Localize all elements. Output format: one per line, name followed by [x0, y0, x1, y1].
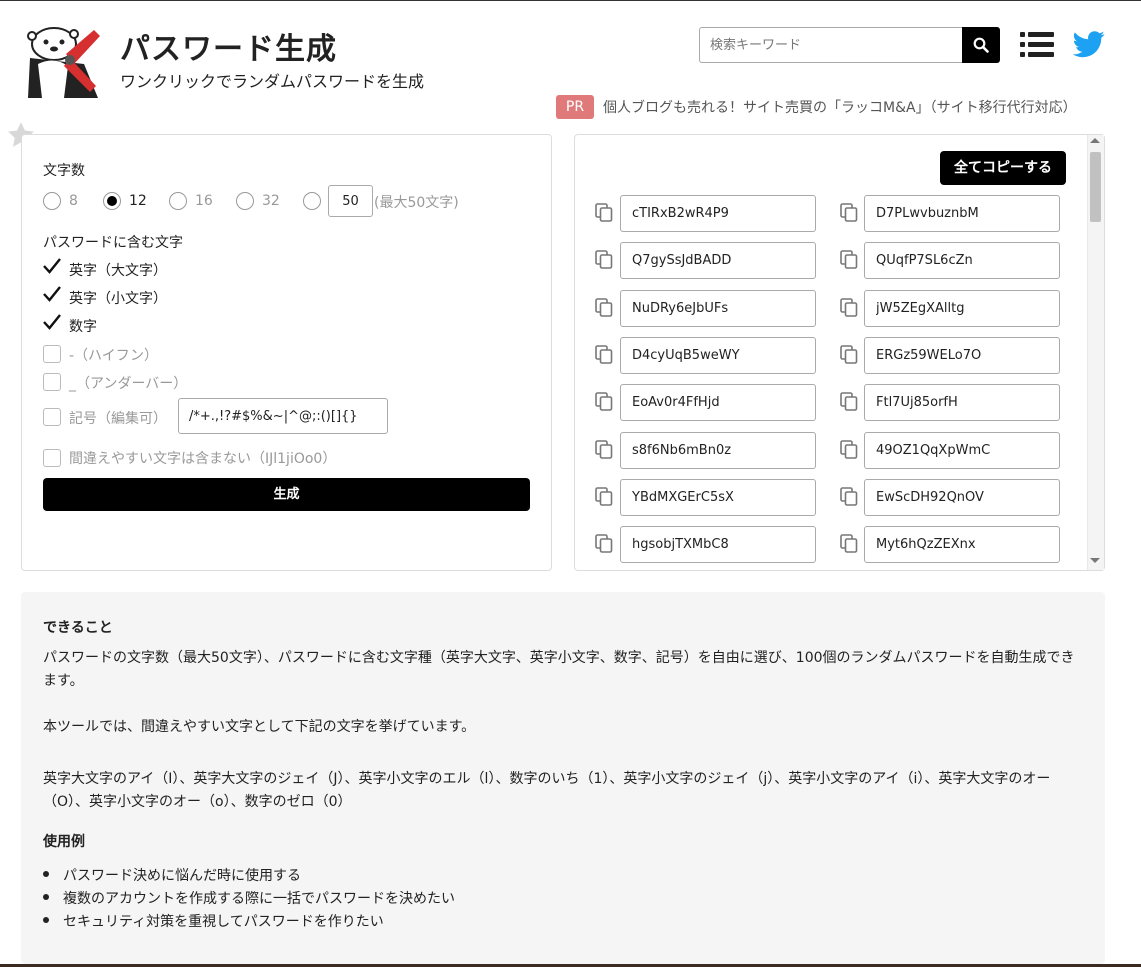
- copy-all-button[interactable]: 全てコピーする: [940, 151, 1066, 185]
- checkbox-hyphen-label: -（ハイフン）: [69, 348, 159, 364]
- max-length-note: (最大50文字): [374, 195, 459, 211]
- can-do-heading: できること: [43, 620, 113, 636]
- checkmark-icon: [43, 314, 61, 330]
- checkbox-lowercase-label: 英字（小文字）: [69, 291, 167, 307]
- copy-icon[interactable]: [595, 534, 613, 554]
- copy-icon[interactable]: [840, 534, 858, 554]
- password-field[interactable]: [864, 384, 1060, 422]
- copy-icon[interactable]: [595, 297, 613, 318]
- checkbox-symbols-label: 記号（編集可）: [69, 411, 167, 427]
- list-menu-icon[interactable]: [1020, 30, 1054, 60]
- examples-heading: 使用例: [43, 834, 85, 850]
- copy-icon[interactable]: [595, 439, 613, 460]
- pr-badge: PR: [556, 95, 594, 119]
- radio-length-32[interactable]: [236, 192, 254, 210]
- confusing-characters-list: 英字大文字のアイ（I）、英字大文字のジェイ（J）、英字小文字のエル（l）、数字の…: [43, 771, 1051, 810]
- password-field[interactable]: [620, 242, 816, 280]
- checkbox-exclude-confusing[interactable]: [43, 449, 61, 467]
- symbols-input[interactable]: [178, 398, 388, 434]
- search-button[interactable]: [962, 27, 1000, 63]
- checkmark-icon: [43, 286, 61, 302]
- page-subtitle: ワンクリックでランダムパスワードを生成: [120, 72, 425, 91]
- password-field[interactable]: [620, 431, 816, 469]
- twitter-bird-icon[interactable]: [1072, 28, 1106, 60]
- copy-icon[interactable]: [595, 203, 613, 223]
- checkbox-exclude-confusing-label: 間違えやすい文字は含まない（IJl1jiOo0）: [69, 451, 337, 467]
- copy-icon[interactable]: [840, 439, 858, 460]
- password-field[interactable]: [864, 289, 1060, 327]
- radio-length-16[interactable]: [169, 192, 187, 210]
- copy-icon[interactable]: [840, 392, 858, 412]
- checkbox-uppercase-label: 英字（大文字）: [69, 263, 167, 279]
- charset-label: パスワードに含む文字: [43, 235, 183, 251]
- otter-logo-icon[interactable]: [24, 24, 102, 98]
- search-input[interactable]: [699, 27, 963, 63]
- checkbox-underscore[interactable]: [43, 373, 61, 391]
- password-field[interactable]: [620, 289, 816, 327]
- checkbox-digits[interactable]: [43, 314, 61, 333]
- confusing-intro-text: 本ツールでは、間違えやすい文字として下記の文字を挙げています。: [43, 719, 476, 735]
- can-do-text: パスワードの文字数（最大50文字）、パスワードに含む文字種（英字大文字、英字小文…: [43, 650, 1075, 689]
- password-field[interactable]: [620, 195, 816, 232]
- radio-length-custom[interactable]: [303, 192, 321, 210]
- checkmark-icon: [43, 258, 61, 274]
- radio-length-12[interactable]: [103, 192, 121, 210]
- checkbox-lowercase[interactable]: [43, 286, 61, 305]
- copy-icon[interactable]: [595, 392, 613, 412]
- copy-icon[interactable]: [595, 345, 613, 365]
- password-field[interactable]: [864, 478, 1060, 516]
- radio-length-8-label: 8: [69, 193, 78, 209]
- checkbox-hyphen[interactable]: [43, 345, 61, 363]
- password-field[interactable]: [864, 195, 1060, 232]
- example-item: セキュリティ対策を重視してパスワードを作りたい: [43, 911, 384, 931]
- checkbox-digits-label: 数字: [69, 319, 97, 335]
- password-field[interactable]: [864, 431, 1060, 469]
- password-field[interactable]: [864, 336, 1060, 374]
- radio-length-8[interactable]: [43, 192, 61, 210]
- password-field[interactable]: [864, 526, 1060, 564]
- copy-icon[interactable]: [840, 203, 858, 223]
- scrollbar-thumb[interactable]: [1090, 152, 1101, 222]
- search-icon: [973, 37, 989, 53]
- radio-length-12-label: 12: [129, 193, 147, 209]
- top-border: [0, 0, 1141, 1]
- copy-icon[interactable]: [595, 486, 613, 507]
- scroll-up-arrow-icon[interactable]: [1090, 138, 1100, 143]
- radio-length-16-label: 16: [195, 193, 213, 209]
- copy-icon[interactable]: [840, 297, 858, 318]
- password-field[interactable]: [620, 384, 816, 422]
- example-item: 複数のアカウントを作成する際に一括でパスワードを決めたい: [43, 888, 455, 908]
- example-item: パスワード決めに悩んだ時に使用する: [43, 865, 301, 885]
- checkbox-uppercase[interactable]: [43, 258, 61, 277]
- length-label: 文字数: [43, 163, 85, 179]
- checkbox-symbols[interactable]: [43, 408, 61, 426]
- page-title: パスワード生成: [120, 32, 337, 67]
- radio-length-32-label: 32: [262, 193, 280, 209]
- checkbox-underscore-label: _（アンダーバー）: [69, 376, 188, 392]
- password-field[interactable]: [620, 478, 816, 516]
- generate-button[interactable]: 生成: [43, 478, 530, 511]
- copy-icon[interactable]: [595, 250, 613, 270]
- copy-icon[interactable]: [840, 486, 858, 507]
- custom-length-input[interactable]: [328, 185, 373, 217]
- scroll-down-arrow-icon[interactable]: [1090, 558, 1100, 563]
- password-field[interactable]: [620, 526, 816, 564]
- copy-icon[interactable]: [840, 345, 858, 365]
- promo-link[interactable]: 個人ブログも売れる！サイト売買の「ラッコM&A」（サイト移行代行対応）: [603, 97, 1077, 117]
- password-field[interactable]: [620, 336, 816, 374]
- password-field[interactable]: [864, 242, 1060, 280]
- copy-icon[interactable]: [840, 250, 858, 270]
